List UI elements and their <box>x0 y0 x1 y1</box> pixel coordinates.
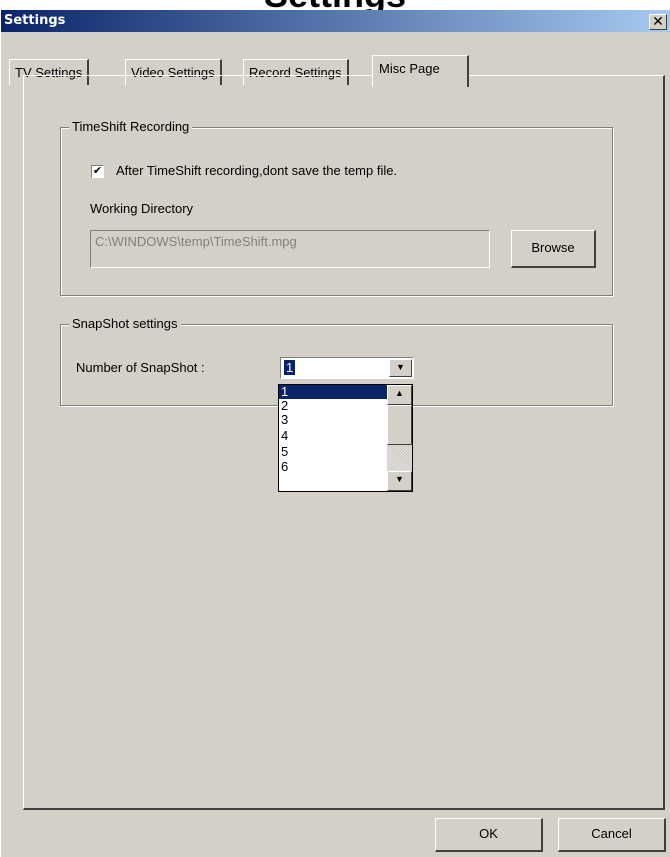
dropdown-option[interactable]: 4 <box>279 429 387 443</box>
snapshot-count-combo[interactable]: 1 ▼ <box>280 357 414 379</box>
scroll-down-button[interactable]: ▼ <box>387 471 412 491</box>
working-directory-label: Working Directory <box>90 201 194 216</box>
snapshot-count-label: Number of SnapShot : <box>76 360 205 375</box>
ok-button-label: OK <box>479 826 498 841</box>
dropdown-option[interactable]: 3 <box>279 413 387 427</box>
chevron-down-icon: ▼ <box>396 362 405 372</box>
dropdown-option[interactable]: 2 <box>279 399 387 413</box>
close-button[interactable]: ✕ <box>649 14 667 30</box>
no-save-temp-checkbox[interactable]: ✔ <box>91 165 104 178</box>
checkmark-icon: ✔ <box>92 165 103 177</box>
dropdown-option[interactable]: 6 <box>279 460 387 474</box>
dropdown-option[interactable]: 5 <box>279 445 387 459</box>
title-bar[interactable]: Settings ✕ <box>1 10 670 32</box>
scroll-up-button[interactable]: ▲ <box>387 385 412 405</box>
scrollbar-thumb[interactable] <box>387 405 412 445</box>
dropdown-option[interactable]: 1 <box>279 385 387 399</box>
snapshot-count-value: 1 <box>284 360 296 375</box>
browse-button-label: Browse <box>531 240 575 255</box>
browse-button[interactable]: Browse <box>511 230 596 268</box>
working-directory-field: C:\WINDOWS\temp\TimeShift.mpg <box>90 230 490 268</box>
tab-misc-page[interactable]: Misc Page <box>372 55 469 87</box>
scroll-down-icon: ▼ <box>395 474 404 484</box>
snapshot-count-dropdown-list: 1 2 3 4 5 6 ▲ ▼ <box>278 384 413 492</box>
no-save-temp-label: After TimeShift recording,dont save the … <box>116 163 398 178</box>
scroll-up-icon: ▲ <box>395 388 404 398</box>
snapshot-legend: SnapShot settings <box>69 316 181 332</box>
timeshift-legend: TimeShift Recording <box>69 119 193 135</box>
close-icon: ✕ <box>652 13 664 29</box>
window-title: Settings <box>4 13 66 28</box>
ok-button[interactable]: OK <box>435 818 543 852</box>
background-heading: Settings <box>0 0 670 10</box>
cancel-button-label: Cancel <box>591 826 632 841</box>
combo-dropdown-button[interactable]: ▼ <box>389 359 412 377</box>
working-directory-value: C:\WINDOWS\temp\TimeShift.mpg <box>95 234 297 249</box>
cancel-button[interactable]: Cancel <box>558 818 666 852</box>
dropdown-scrollbar[interactable]: ▲ ▼ <box>387 385 412 491</box>
